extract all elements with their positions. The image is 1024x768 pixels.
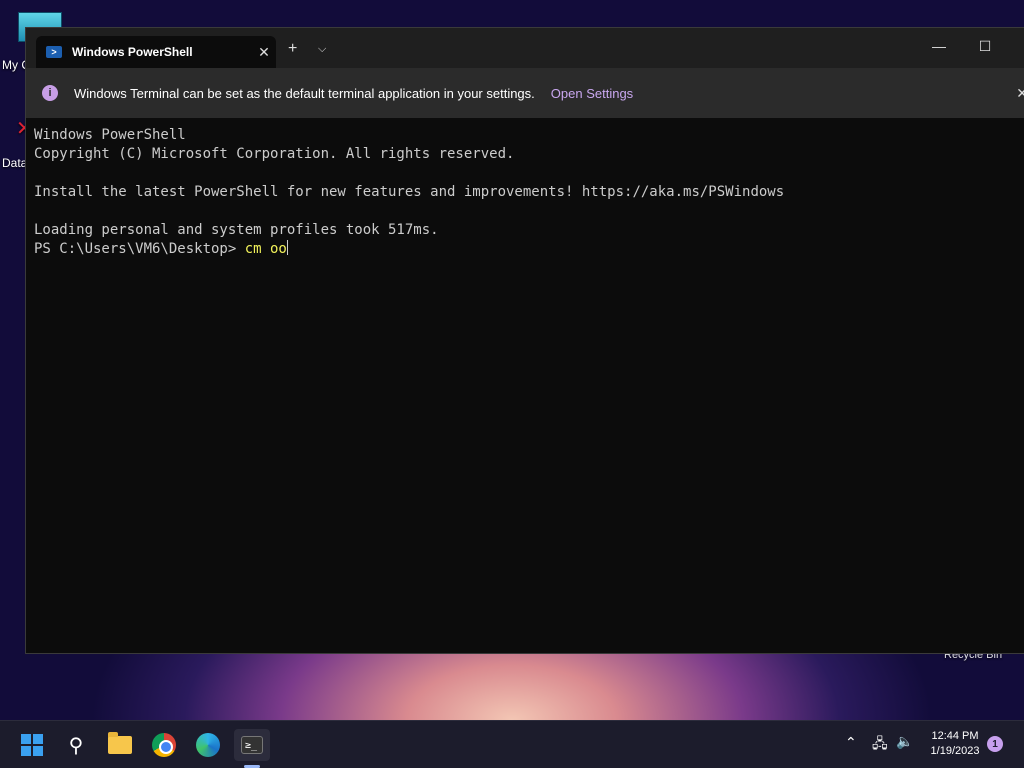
title-bar[interactable]: > Windows PowerShell ✕ + ⌵ — ☐ xyxy=(26,28,1024,68)
network-icon[interactable]: 🖧 xyxy=(872,733,892,753)
clock[interactable]: 12:44 PM 1/19/2023 xyxy=(924,729,986,759)
search-button[interactable]: ⚲ xyxy=(58,729,94,761)
desktop-icon-label: Data xyxy=(2,156,28,170)
close-tab-icon[interactable]: ✕ xyxy=(252,44,276,61)
text-cursor xyxy=(286,240,288,255)
volume-icon[interactable]: 🔈 xyxy=(896,733,916,753)
console-line: Loading personal and system profiles too… xyxy=(34,222,439,238)
open-settings-link[interactable]: Open Settings xyxy=(551,86,633,101)
clock-date: 1/19/2023 xyxy=(930,745,980,757)
edge-icon xyxy=(196,733,220,757)
folder-icon xyxy=(108,732,132,754)
prompt-line[interactable]: PS C:\Users\VM6\Desktop> cm oo xyxy=(34,240,1016,259)
console-line: Copyright (C) Microsoft Corporation. All… xyxy=(34,146,515,162)
minimize-button[interactable]: — xyxy=(916,38,962,62)
terminal-icon: ≥_ xyxy=(241,736,263,754)
search-icon: ⚲ xyxy=(68,734,84,757)
maximize-button[interactable]: ☐ xyxy=(962,38,1008,62)
powershell-icon: > xyxy=(46,46,62,58)
console-line: Windows PowerShell xyxy=(34,127,186,143)
tab-title: Windows PowerShell xyxy=(72,45,193,59)
new-tab-button[interactable]: + xyxy=(288,40,297,58)
console-line: ​ xyxy=(34,202,1016,221)
terminal-button[interactable]: ≥_ xyxy=(234,729,270,761)
notification-badge[interactable]: 1 xyxy=(987,736,1003,752)
chevron-up-icon[interactable]: ⌃ xyxy=(845,734,857,751)
tab-windows-powershell[interactable]: > Windows PowerShell ✕ xyxy=(36,36,276,68)
console-output[interactable]: Windows PowerShell Copyright (C) Microsof… xyxy=(34,126,1016,645)
terminal-window: > Windows PowerShell ✕ + ⌵ — ☐ i Windows… xyxy=(25,27,1024,654)
prompt: PS C:\Users\VM6\Desktop> xyxy=(34,241,245,257)
start-button[interactable] xyxy=(14,729,50,761)
close-icon[interactable]: ✕ xyxy=(1016,85,1024,102)
command-input[interactable]: cm oo xyxy=(245,241,287,257)
taskbar: ⚲ ≥_ ⌃ 🖧 🔈 12:44 PM 1/19/2023 1 xyxy=(0,720,1024,768)
clock-time: 12:44 PM xyxy=(931,730,979,742)
chrome-button[interactable] xyxy=(146,729,182,761)
console-line: ​ xyxy=(34,164,1016,183)
info-icon: i xyxy=(42,85,58,101)
chevron-down-icon[interactable]: ⌵ xyxy=(318,43,326,56)
info-message: Windows Terminal can be set as the defau… xyxy=(74,85,535,101)
windows-logo-icon xyxy=(21,734,43,756)
console-line: Install the latest PowerShell for new fe… xyxy=(34,184,785,200)
file-explorer-button[interactable] xyxy=(102,729,138,761)
info-bar: i Windows Terminal can be set as the def… xyxy=(26,68,1024,118)
edge-button[interactable] xyxy=(190,729,226,761)
chrome-icon xyxy=(152,733,176,757)
